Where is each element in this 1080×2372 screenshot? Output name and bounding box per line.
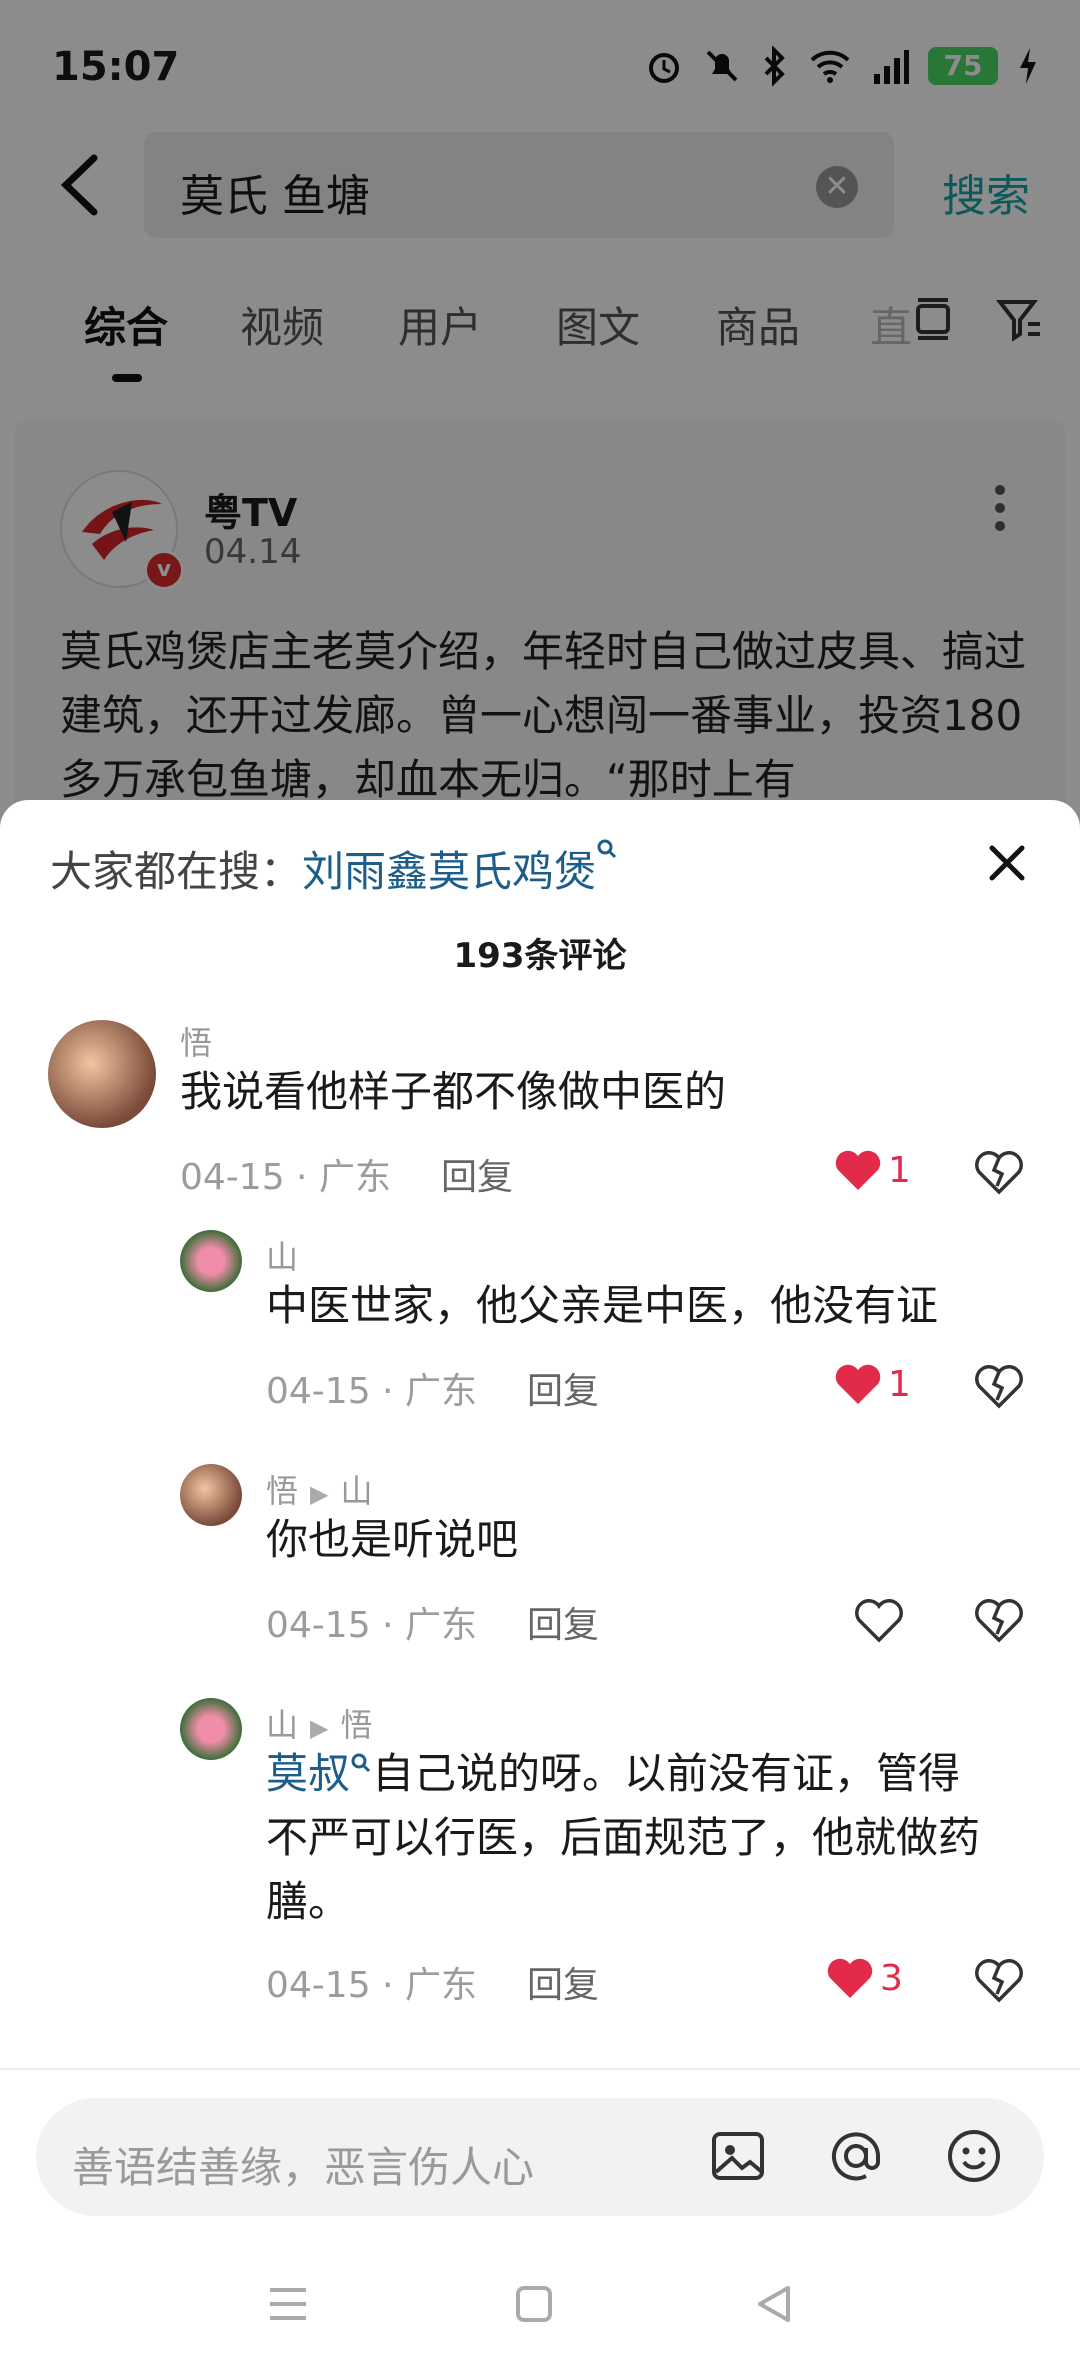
comment-text: 你也是听说吧 [266,1515,519,1564]
close-icon[interactable] [984,840,1030,886]
like-button[interactable]: 1 [834,1362,911,1406]
dislike-icon[interactable] [974,1146,1024,1196]
comment-date-location: 04-15 · 广东 [266,1371,477,1412]
comment-author[interactable]: 悟 [180,1018,212,1064]
author-name: 悟 [266,1472,299,1510]
heart-filled-icon [835,1364,881,1404]
comment-sheet: 大家都在搜：刘雨鑫莫氏鸡煲 193条评论 悟 我说看他样子都不像做中医的 04-… [0,800,1080,2372]
trending-search: 大家都在搜：刘雨鑫莫氏鸡煲 [50,838,618,899]
comment-text: 我说看他样子都不像做中医的 [180,1067,727,1116]
like-count: 1 [888,1149,911,1191]
comment-text: 莫叔 自己说的呀。以前没有证，管得不严可以行医，后面规范了，他就做药 膳。 [266,1742,1046,1934]
heart-filled-icon [827,1958,873,1998]
reply-button[interactable]: 回复 [441,1157,513,1198]
system-nav-bar [0,2240,1080,2372]
comment-meta: 04-15 · 广东 回复 [266,1956,599,2008]
reply-button[interactable]: 回复 [527,1965,599,2006]
image-icon[interactable] [708,2126,768,2186]
comment-author[interactable]: 山 ▶ 悟 [266,1700,373,1746]
reply-to-name: 山 [340,1472,373,1510]
trending-link[interactable]: 刘雨鑫莫氏鸡煲 [302,847,596,896]
comment-input-placeholder: 善语结善缘，恶言伤人心 [72,2143,535,2192]
reply-arrow-icon: ▶ [310,1714,329,1742]
emoji-icon[interactable] [944,2126,1004,2186]
dislike-icon[interactable] [974,1954,1024,2004]
comment-date-location: 04-15 · 广东 [180,1157,391,1198]
overlay-dim[interactable] [0,0,1080,820]
reply-button[interactable]: 回复 [527,1371,599,1412]
comment-meta: 04-15 · 广东 回复 [180,1148,513,1200]
like-button[interactable]: 3 [826,1956,903,2000]
comment-author[interactable]: 悟 ▶ 山 [266,1466,373,1512]
back-nav-icon[interactable] [752,2282,796,2326]
avatar[interactable] [48,1020,156,1128]
dislike-icon[interactable] [974,1360,1024,1410]
avatar[interactable] [180,1230,242,1292]
like-count: 3 [880,1957,903,1999]
comment-text: 中医世家，他父亲是中医，他没有证 [266,1281,939,1330]
comment-meta: 04-15 · 广东 回复 [266,1596,599,1648]
comment-text-line: 自己说的呀。以前没有证，管得 [372,1749,961,1798]
comment-date-location: 04-15 · 广东 [266,1605,477,1646]
comment-count: 193条评论 [453,936,627,976]
reply-to-name: 悟 [340,1706,373,1744]
search-small-icon [597,839,617,859]
comment-meta: 04-15 · 广东 回复 [266,1362,599,1414]
avatar[interactable] [180,1464,242,1526]
like-button[interactable]: 1 [834,1148,911,1192]
heart-outline-icon[interactable] [854,1594,904,1644]
author-name: 山 [266,1706,299,1744]
comment-text-line: 膳。 [266,1877,351,1926]
comment-text-line: 不严可以行医，后面规范了，他就做药 [266,1813,981,1862]
search-small-icon [351,1753,371,1773]
dislike-icon[interactable] [974,1594,1024,1644]
comment-author[interactable]: 山 [266,1232,298,1278]
reply-arrow-icon: ▶ [310,1480,329,1508]
home-icon[interactable] [512,2282,556,2326]
heart-filled-icon [835,1150,881,1190]
menu-icon[interactable] [266,2282,310,2326]
mention-icon[interactable] [826,2126,886,2186]
like-count: 1 [888,1363,911,1405]
reply-button[interactable]: 回复 [527,1605,599,1646]
trending-prefix: 大家都在搜： [50,847,303,896]
mention-link[interactable]: 莫叔 [266,1749,350,1798]
avatar[interactable] [180,1698,242,1760]
comment-date-location: 04-15 · 广东 [266,1965,477,2006]
comment-input[interactable]: 善语结善缘，恶言伤人心 [36,2098,1044,2216]
input-divider [0,2068,1080,2070]
